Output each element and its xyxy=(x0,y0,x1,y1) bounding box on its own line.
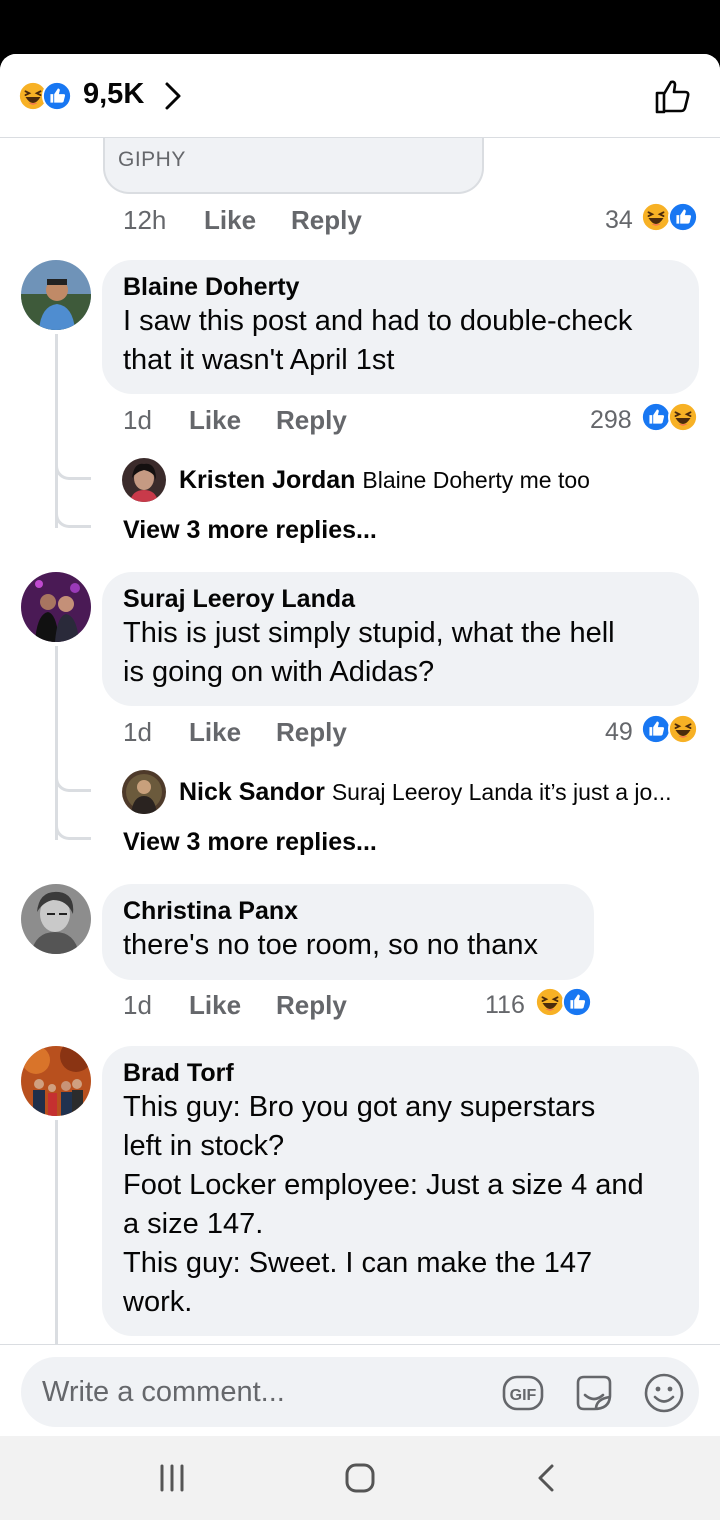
like-reaction-icon xyxy=(641,714,671,744)
thread-branch xyxy=(55,810,91,840)
comment-author[interactable]: Suraj Leeroy Landa xyxy=(123,584,678,614)
comment-bubble: Blaine Doherty I saw this post and had t… xyxy=(102,260,699,394)
comment-text: This is just simply stupid, what the hel… xyxy=(123,617,615,688)
comment-reaction-count[interactable]: 298 xyxy=(590,406,632,435)
avatar[interactable] xyxy=(21,260,91,330)
reaction-summary-icons[interactable] xyxy=(18,81,78,111)
reactions-header: 9,5K xyxy=(0,54,720,138)
comment-input-placeholder: Write a comment... xyxy=(42,1376,285,1408)
like-reaction-icon xyxy=(42,81,72,111)
gif-icon[interactable]: GIF xyxy=(501,1371,545,1415)
haha-reaction-icon xyxy=(668,402,698,432)
comments-sheet: 9,5K GIPHY 12h Like Reply 34 Blaine Dohe… xyxy=(0,54,720,1436)
system-navigation-bar xyxy=(0,1436,720,1520)
svg-text:GIF: GIF xyxy=(510,1387,537,1404)
reply-author[interactable]: Nick Sandor xyxy=(179,778,325,806)
comments-list[interactable]: GIPHY 12h Like Reply 34 Blaine Doherty I… xyxy=(0,138,720,1344)
recent-apps-icon[interactable] xyxy=(152,1458,192,1498)
comment-reaction-count[interactable]: 34 xyxy=(605,206,633,235)
comment-reaction-count[interactable]: 116 xyxy=(485,991,525,1020)
reply-button[interactable]: Reply xyxy=(291,205,362,236)
comment-author[interactable]: Brad Torf xyxy=(123,1058,678,1088)
like-button[interactable]: Like xyxy=(204,205,256,236)
comment-time: 1d xyxy=(123,405,152,435)
avatar[interactable] xyxy=(21,572,91,642)
comment-reaction-icons[interactable] xyxy=(641,402,699,432)
like-button[interactable]: Like xyxy=(189,405,241,436)
comment-text: This guy: Bro you got any superstars lef… xyxy=(123,1091,644,1318)
comment-text: I saw this post and had to double-check … xyxy=(123,305,633,376)
thread-line xyxy=(55,1120,58,1344)
comment-time: 12h xyxy=(123,205,167,235)
comment-reaction-count[interactable]: 49 xyxy=(605,718,633,747)
reply-text: Suraj Leeroy Landa it’s just a jo... xyxy=(331,779,672,805)
like-reaction-icon xyxy=(641,402,671,432)
haha-reaction-icon xyxy=(668,714,698,744)
emoji-icon[interactable] xyxy=(642,1371,686,1415)
reaction-count[interactable]: 9,5K xyxy=(83,78,144,111)
like-reaction-icon xyxy=(562,987,592,1017)
reply-button[interactable]: Reply xyxy=(276,717,347,748)
comment-reaction-icons[interactable] xyxy=(641,202,699,232)
like-button[interactable]: Like xyxy=(189,990,241,1021)
gif-attachment[interactable]: GIPHY xyxy=(103,138,484,194)
haha-reaction-icon xyxy=(641,202,671,232)
avatar[interactable] xyxy=(21,884,91,954)
thread-branch xyxy=(55,498,91,528)
like-button[interactable]: Like xyxy=(189,717,241,748)
view-more-replies-link[interactable]: View 3 more replies... xyxy=(123,516,377,545)
reply-preview[interactable]: Nick Sandor Suraj Leeroy Landa it’s just… xyxy=(179,778,672,807)
reply-preview[interactable]: Kristen Jordan Blaine Doherty me too xyxy=(179,466,590,495)
comment-composer: Write a comment... GIF xyxy=(0,1344,720,1436)
avatar[interactable] xyxy=(122,458,166,502)
avatar[interactable] xyxy=(21,1046,91,1116)
back-icon[interactable] xyxy=(528,1458,568,1498)
chevron-right-icon[interactable] xyxy=(162,80,184,112)
comment-author[interactable]: Christina Panx xyxy=(123,896,573,926)
avatar[interactable] xyxy=(122,770,166,814)
reply-button[interactable]: Reply xyxy=(276,405,347,436)
comment-bubble: Christina Panx there's no toe room, so n… xyxy=(102,884,594,980)
home-icon[interactable] xyxy=(340,1458,380,1498)
gif-source-label: GIPHY xyxy=(118,148,186,171)
like-reaction-icon xyxy=(668,202,698,232)
reply-author[interactable]: Kristen Jordan xyxy=(179,466,355,494)
sticker-icon[interactable] xyxy=(572,1371,616,1415)
reply-button[interactable]: Reply xyxy=(276,990,347,1021)
comment-time: 1d xyxy=(123,990,152,1020)
haha-reaction-icon xyxy=(535,987,565,1017)
status-bar xyxy=(0,0,720,54)
thumbs-up-outline-icon[interactable] xyxy=(653,76,693,116)
comment-bubble: Brad Torf This guy: Bro you got any supe… xyxy=(102,1046,699,1336)
view-more-replies-link[interactable]: View 3 more replies... xyxy=(123,828,377,857)
comment-bubble: Suraj Leeroy Landa This is just simply s… xyxy=(102,572,699,706)
comment-reaction-icons[interactable] xyxy=(535,987,593,1017)
comment-time: 1d xyxy=(123,717,152,747)
comment-input[interactable]: Write a comment... GIF xyxy=(21,1357,699,1427)
comment-author[interactable]: Blaine Doherty xyxy=(123,272,678,302)
thread-branch xyxy=(55,450,91,480)
thread-branch xyxy=(55,762,91,792)
comment-reaction-icons[interactable] xyxy=(641,714,699,744)
comment-text: there's no toe room, so no thanx xyxy=(123,929,539,961)
reply-text: Blaine Doherty me too xyxy=(362,467,590,493)
